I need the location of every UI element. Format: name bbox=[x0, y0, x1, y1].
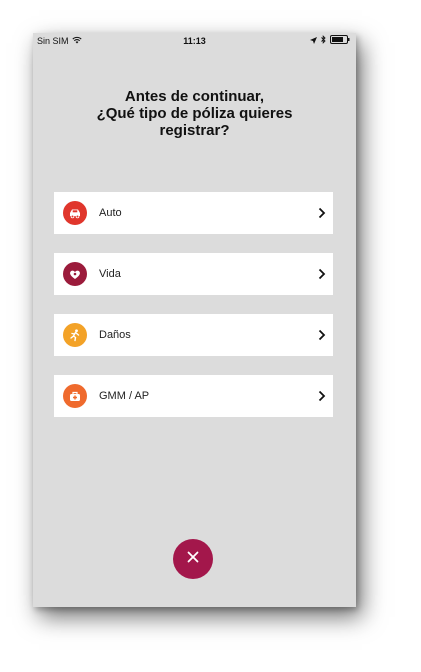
close-button[interactable] bbox=[173, 539, 213, 579]
location-arrow-icon bbox=[310, 36, 317, 46]
status-bar: Sin SIM 11:13 bbox=[33, 33, 356, 51]
battery-icon bbox=[330, 35, 350, 46]
heading-line-2: ¿Qué tipo de póliza quieres bbox=[96, 105, 293, 122]
page-heading: Antes de continuar, ¿Qué tipo de póliza … bbox=[53, 88, 336, 139]
option-label: Vida bbox=[99, 268, 121, 280]
chevron-right-icon bbox=[317, 267, 327, 281]
heading-line-1: Antes de continuar, bbox=[124, 88, 265, 105]
heading-line-3: registrar? bbox=[159, 122, 230, 139]
option-auto[interactable]: Auto bbox=[54, 192, 333, 234]
option-danos[interactable]: Daños bbox=[54, 314, 333, 356]
close-icon bbox=[185, 549, 201, 570]
chevron-right-icon bbox=[317, 206, 327, 220]
phone-screen: Sin SIM 11:13 Antes de continuar, ¿Qué t… bbox=[33, 33, 356, 607]
chevron-right-icon bbox=[317, 328, 327, 342]
option-label: GMM / AP bbox=[99, 390, 150, 402]
heart-person-icon bbox=[63, 262, 87, 286]
status-time: 11:13 bbox=[183, 36, 206, 46]
status-right bbox=[310, 35, 350, 46]
bluetooth-icon bbox=[321, 35, 326, 46]
chevron-right-icon bbox=[317, 389, 327, 403]
option-vida[interactable]: Vida bbox=[54, 253, 333, 295]
medical-bag-icon bbox=[63, 384, 87, 408]
option-label: Daños bbox=[99, 329, 131, 341]
car-icon bbox=[63, 201, 87, 225]
option-label: Auto bbox=[99, 207, 122, 219]
option-gmm-ap[interactable]: GMM / AP bbox=[54, 375, 333, 417]
running-person-icon bbox=[63, 323, 87, 347]
